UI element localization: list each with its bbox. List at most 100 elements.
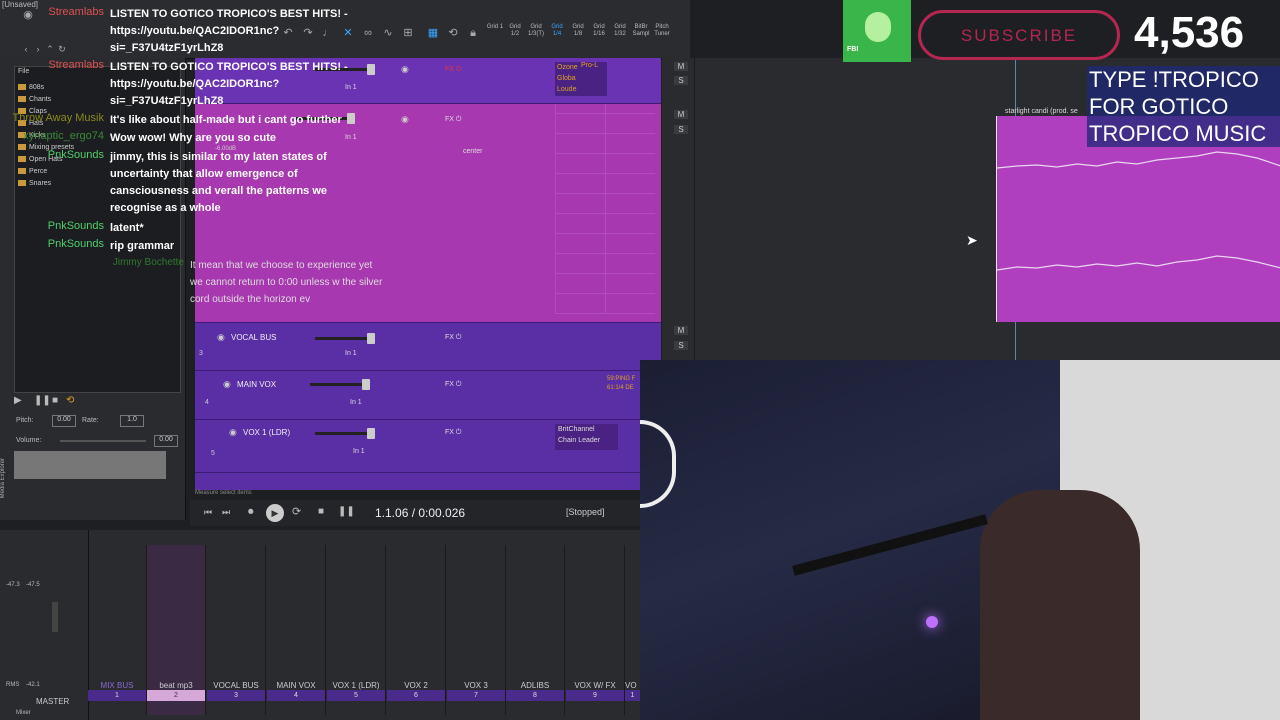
fx-button[interactable]: FX ⏻: [445, 334, 461, 342]
fx-button[interactable]: FX ⏻: [445, 116, 461, 124]
master-fader[interactable]: [52, 602, 58, 632]
fx-button[interactable]: FX ⏻: [445, 429, 461, 437]
folder-item[interactable]: Perce: [18, 168, 47, 175]
input-select[interactable]: In 1: [345, 350, 357, 357]
strip-name[interactable]: VO: [625, 681, 640, 690]
mixer-strip[interactable]: ADLIBS 8: [506, 545, 565, 715]
solo-button[interactable]: S: [674, 341, 688, 350]
pitch-input[interactable]: 0.00: [52, 415, 76, 427]
go-end-icon[interactable]: ⏭: [222, 507, 230, 518]
strip-name[interactable]: ADLIBS: [506, 681, 564, 690]
strip-name[interactable]: MIX BUS: [88, 681, 146, 690]
fx-chain-list[interactable]: 59:PING F 61:1/4 DE: [607, 375, 635, 393]
strip-name[interactable]: VOX W/ FX: [566, 681, 624, 690]
fx-chain-list[interactable]: [555, 104, 655, 314]
strip-name[interactable]: VOX 3: [447, 681, 505, 690]
mixer-strip[interactable]: VOX 1 (LDR) 5: [327, 545, 386, 715]
chat-username: PnkSounds: [47, 220, 104, 232]
record-arm-icon[interactable]: ◉: [401, 114, 409, 125]
volume-fader[interactable]: [315, 333, 375, 344]
input-select[interactable]: In 1: [353, 448, 365, 455]
bitbr-sampler-button[interactable]: BitBr Sampl: [631, 24, 651, 38]
ring-light: [640, 420, 676, 508]
strip-name[interactable]: VOX 1 (LDR): [327, 681, 385, 690]
folder-item[interactable]: Snares: [18, 180, 51, 187]
fx-chain-list[interactable]: BritChannel Chain Leader: [555, 424, 618, 450]
volume-fader[interactable]: [315, 428, 375, 439]
transport-bar: ⏮ ⏭ ⏺ ▶ ⟳ ■ ❚❚ 1.1.06 / 0:00.026 [Stoppe…: [190, 500, 640, 526]
strip-number: 4: [267, 690, 325, 701]
volume-slider[interactable]: [60, 440, 146, 442]
stop-icon[interactable]: ■: [52, 395, 58, 406]
folder-item[interactable]: 808s: [18, 84, 44, 91]
mixer-strip[interactable]: MIX BUS 1: [88, 545, 147, 715]
link-icon[interactable]: ∞: [360, 26, 376, 40]
mixer-strip[interactable]: VOCAL BUS 3: [207, 545, 266, 715]
pitch-tuner-button[interactable]: Pitch Tuner: [652, 24, 672, 38]
strip-name[interactable]: beat mp3: [147, 681, 205, 690]
record-arm-icon[interactable]: ◉: [229, 427, 237, 438]
strip-name[interactable]: MAIN VOX: [267, 681, 325, 690]
grid-thirtysecond-button[interactable]: Grid 1/32: [610, 24, 630, 38]
mixer-strip[interactable]: VOX 2 6: [387, 545, 446, 715]
pitch-label: Pitch:: [16, 417, 34, 424]
solo-button[interactable]: S: [674, 125, 688, 134]
time-display: 1.1.06 / 0:00.026: [375, 506, 466, 520]
repeat-icon[interactable]: ⟳: [292, 505, 301, 518]
solo-button[interactable]: S: [674, 76, 688, 85]
play-icon[interactable]: ▶: [14, 395, 22, 406]
pause-icon[interactable]: ❚❚: [338, 506, 355, 517]
fx-button[interactable]: FX ⏻: [445, 66, 461, 74]
mixer-strip[interactable]: MAIN VOX 4: [267, 545, 326, 715]
envelope-icon[interactable]: ∿: [380, 26, 396, 40]
track-name[interactable]: MAIN VOX: [237, 380, 276, 389]
peak-right: -47.5: [26, 582, 40, 588]
track-name[interactable]: VOCAL BUS: [231, 333, 277, 342]
loop-icon[interactable]: ⟲: [66, 395, 74, 406]
mixer-strip[interactable]: beat mp3 2: [147, 545, 206, 715]
mute-button[interactable]: M: [674, 110, 688, 119]
mixer-strip[interactable]: VOX 3 7: [447, 545, 506, 715]
rate-input[interactable]: 1.0: [120, 415, 144, 427]
pause-icon[interactable]: ❚❚: [34, 395, 51, 406]
chat-message: LISTEN TO GOTICO TROPICO'S BEST HITS! - …: [110, 61, 348, 107]
go-start-icon[interactable]: ⏮: [204, 507, 212, 518]
grid-sixteenth-button[interactable]: Grid 1/16: [589, 24, 609, 38]
mute-button[interactable]: M: [674, 326, 688, 335]
strip-name[interactable]: VOCAL BUS: [207, 681, 265, 690]
led-light: [926, 616, 938, 628]
grid-half-button[interactable]: Grid 1/2: [505, 24, 525, 38]
track-row[interactable]: 5 ◉ VOX 1 (LDR) FX ⏻ In 1 BritChannel Ch…: [195, 420, 661, 473]
track-row[interactable]: 4 ◉ MAIN VOX FX ⏻ In 1 59:PING F 61:1/4 …: [195, 371, 661, 420]
folder-item[interactable]: Chants: [18, 96, 51, 103]
record-icon[interactable]: ⏺: [248, 506, 254, 519]
record-arm-icon[interactable]: ◉: [223, 379, 231, 390]
lock-icon[interactable]: 🔒︎: [465, 26, 481, 40]
fx-button[interactable]: FX ⏻: [445, 381, 461, 389]
mixer-tab[interactable]: Mixer: [16, 710, 31, 716]
plugin-label: BritChannel: [558, 426, 595, 433]
track-name[interactable]: VOX 1 (LDR): [243, 428, 290, 437]
grid-third-button[interactable]: Grid 1/3(T): [526, 24, 546, 38]
strip-name[interactable]: VOX 2: [387, 681, 445, 690]
snap-icon[interactable]: ⊞: [400, 26, 416, 40]
grid-eighth-button[interactable]: Grid 1/8: [568, 24, 588, 38]
track-row[interactable]: 3 ◉ VOCAL BUS FX ⏻ In 1: [195, 326, 661, 371]
record-arm-icon[interactable]: ◉: [401, 64, 409, 75]
grid-quarter-button[interactable]: Grid 1/4: [547, 24, 567, 38]
input-select[interactable]: In 1: [350, 399, 362, 406]
mute-button[interactable]: M: [674, 62, 688, 71]
stop-icon[interactable]: ■: [318, 506, 324, 517]
refresh-icon[interactable]: ↻: [54, 42, 70, 56]
grid-icon[interactable]: ▦: [425, 26, 441, 40]
mixer-strip[interactable]: VO 1: [625, 545, 640, 715]
volume-input[interactable]: 0.00: [154, 435, 178, 447]
chat-username: PnkSounds: [47, 238, 104, 250]
strip-number: 3: [207, 690, 265, 701]
loop-icon[interactable]: ⟲: [445, 26, 461, 40]
mixer-strip[interactable]: VOX W/ FX 9: [566, 545, 625, 715]
record-arm-icon[interactable]: ◉: [217, 332, 225, 343]
volume-fader[interactable]: [310, 379, 370, 390]
grid-1-button[interactable]: Grid 1: [485, 24, 505, 31]
play-button[interactable]: ▶: [266, 504, 284, 522]
